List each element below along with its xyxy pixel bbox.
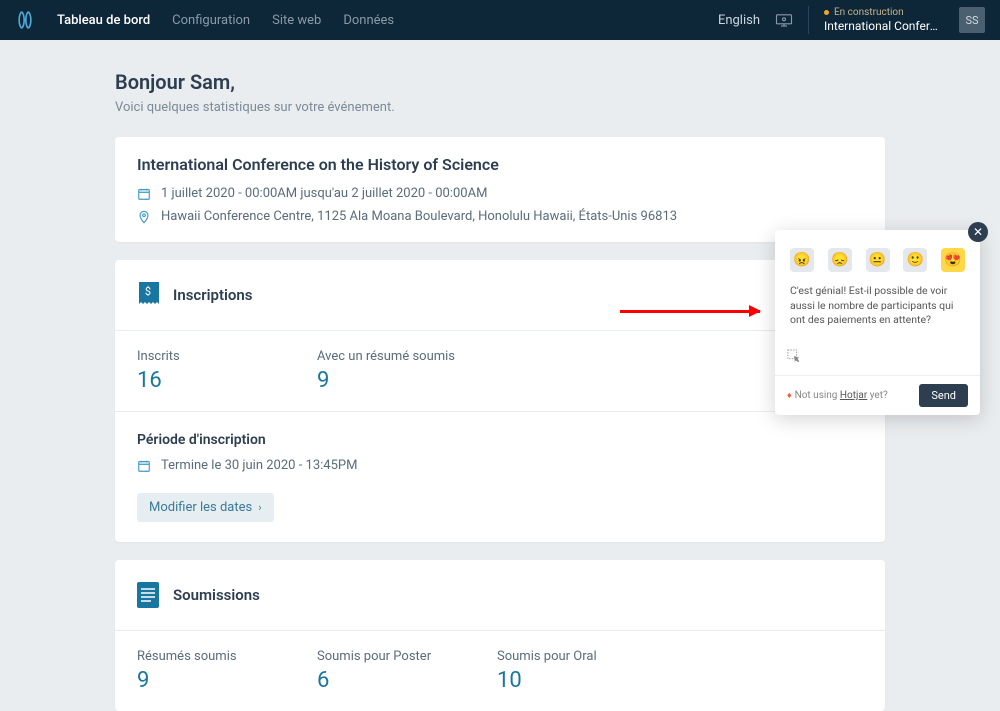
period-text: Termine le 30 juin 2020 - 13:45PM <box>161 458 357 473</box>
event-dates: 1 juillet 2020 - 00:00AM jusqu'au 2 juil… <box>161 186 487 201</box>
stat-value: 6 <box>317 668 497 693</box>
nav-right: English En construction International Co… <box>718 6 985 34</box>
feedback-extra <box>775 340 980 376</box>
greeting: Bonjour Sam, <box>115 70 885 94</box>
feedback-text[interactable]: C'est génial! Est-il possible de voir au… <box>775 284 980 340</box>
feedback-footer: ♦Not using Hotjar yet? Send <box>775 376 980 415</box>
top-navigation: Tableau de bord Configuration Site web D… <box>0 0 1000 40</box>
hotjar-link[interactable]: Hotjar <box>840 390 867 401</box>
subtitle: Voici quelques statistiques sur votre év… <box>115 100 885 115</box>
soumissions-stats: Résumés soumis 9 Soumis pour Poster 6 So… <box>115 631 885 711</box>
status-text: En construction <box>834 7 904 18</box>
edit-dates-label: Modifier les dates <box>149 500 252 515</box>
close-icon[interactable]: ✕ <box>968 222 988 242</box>
svg-text:$: $ <box>145 285 151 298</box>
hotjar-brand: ♦Not using Hotjar yet? <box>787 390 888 401</box>
emoji-angry[interactable]: 😠 <box>790 248 814 272</box>
nav-website[interactable]: Site web <box>272 13 321 28</box>
divider <box>808 6 809 34</box>
stat-value: 10 <box>497 668 677 693</box>
feedback-widget: ✕ 😠 😞 😐 🙂 😍 C'est génial! Est-il possibl… <box>775 230 980 415</box>
event-status-block[interactable]: En construction International Conference… <box>824 7 944 33</box>
select-element-icon[interactable] <box>787 349 801 363</box>
stat-value: 16 <box>137 368 317 393</box>
inscriptions-card: $ Inscriptions Inscrits 16 Avec un résum… <box>115 260 885 542</box>
inscriptions-title: Inscriptions <box>173 286 252 304</box>
soumissions-icon <box>137 582 159 608</box>
stat-resume-soumis: Avec un résumé soumis 9 <box>317 349 497 393</box>
chevron-right-icon: › <box>258 501 261 514</box>
stat-label: Avec un résumé soumis <box>317 349 497 364</box>
event-title: International Conference on the History … <box>137 155 863 174</box>
emoji-love[interactable]: 😍 <box>941 248 965 272</box>
event-location-line: Hawaii Conference Centre, 1125 Ala Moana… <box>137 209 863 224</box>
annotation-arrow <box>620 310 760 313</box>
inscriptions-stats: Inscrits 16 Avec un résumé soumis 9 <box>115 331 885 412</box>
nav-configuration[interactable]: Configuration <box>172 13 250 28</box>
stat-resumes: Résumés soumis 9 <box>137 649 317 693</box>
app-logo-icon <box>15 10 35 30</box>
stat-label: Résumés soumis <box>137 649 317 664</box>
edit-dates-button[interactable]: Modifier les dates › <box>137 493 274 522</box>
emoji-happy[interactable]: 🙂 <box>903 248 927 272</box>
soumissions-card: Soumissions Résumés soumis 9 Soumis pour… <box>115 560 885 711</box>
stat-inscrits: Inscrits 16 <box>137 349 317 393</box>
period-title: Période d'inscription <box>137 432 863 448</box>
stat-label: Soumis pour Poster <box>317 649 497 664</box>
calendar-icon <box>137 187 151 201</box>
language-selector[interactable]: English <box>718 13 760 28</box>
send-button[interactable]: Send <box>919 384 968 407</box>
period-block: Période d'inscription Termine le 30 juin… <box>115 412 885 542</box>
stat-label: Inscrits <box>137 349 317 364</box>
nav-data[interactable]: Données <box>343 13 394 28</box>
emoji-sad[interactable]: 😞 <box>828 248 852 272</box>
event-card: International Conference on the History … <box>115 137 885 242</box>
stat-value: 9 <box>137 668 317 693</box>
nav-left: Tableau de bord Configuration Site web D… <box>15 10 394 30</box>
event-dates-line: 1 juillet 2020 - 00:00AM jusqu'au 2 juil… <box>137 186 863 201</box>
status-dot-icon <box>824 10 829 15</box>
location-icon <box>137 210 151 224</box>
stat-poster: Soumis pour Poster 6 <box>317 649 497 693</box>
stat-label: Soumis pour Oral <box>497 649 677 664</box>
user-avatar[interactable]: SS <box>959 7 985 33</box>
event-location: Hawaii Conference Centre, 1125 Ala Moana… <box>161 209 677 224</box>
nav-dashboard[interactable]: Tableau de bord <box>57 13 150 28</box>
stat-value: 9 <box>317 368 497 393</box>
preview-icon[interactable] <box>775 13 793 27</box>
emoji-row: 😠 😞 😐 🙂 😍 <box>775 230 980 284</box>
main-container: Bonjour Sam, Voici quelques statistiques… <box>115 40 885 711</box>
soumissions-title: Soumissions <box>173 586 260 604</box>
stat-oral: Soumis pour Oral 10 <box>497 649 677 693</box>
emoji-neutral[interactable]: 😐 <box>866 248 890 272</box>
flame-icon: ♦ <box>787 391 792 401</box>
calendar-icon <box>137 459 151 473</box>
inscriptions-icon: $ <box>137 282 159 308</box>
event-name: International Conference… <box>824 19 944 33</box>
